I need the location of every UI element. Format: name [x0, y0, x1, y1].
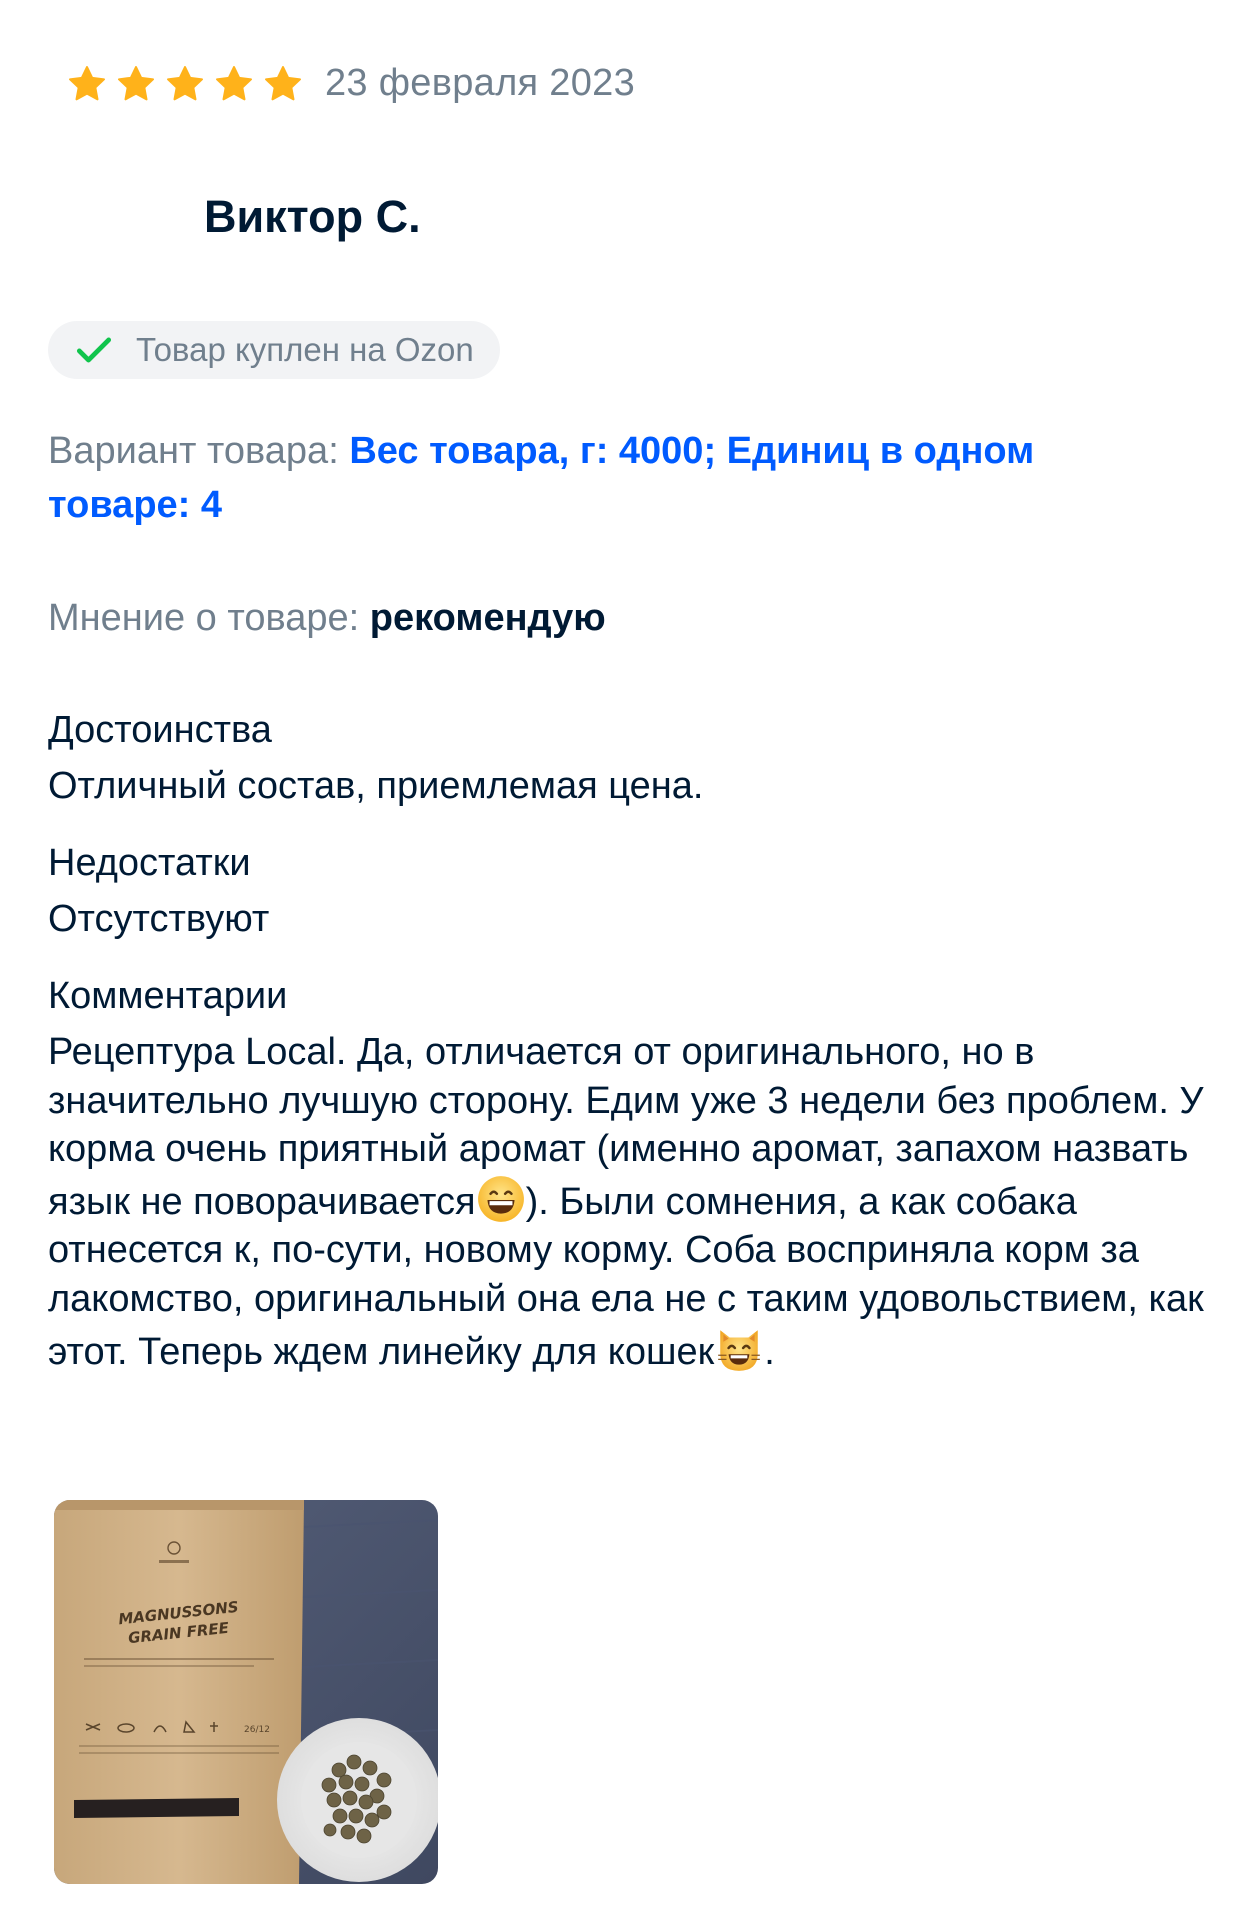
- smiling-cat-emoji-icon: [718, 1329, 761, 1371]
- svg-text:26/12: 26/12: [244, 1725, 270, 1735]
- pros-text: Отличный состав, приемлемая цена.: [48, 765, 704, 807]
- comments-text: Рецептура Local. Да, отличается от ориги…: [48, 1028, 1228, 1376]
- grinning-face-emoji-icon: [477, 1175, 524, 1222]
- pros-section: Достоинства Отличный состав, приемлемая …: [48, 702, 1228, 811]
- product-opinion: Мнение о товаре: рекомендую: [48, 590, 606, 646]
- opinion-label: Мнение о товаре:: [48, 597, 360, 639]
- pros-title: Достоинства: [48, 709, 272, 751]
- star-icon: [118, 65, 154, 100]
- comments-text-part-3: .: [764, 1330, 775, 1373]
- checkmark-icon: [76, 337, 112, 363]
- star-icon: [167, 65, 203, 100]
- author-name[interactable]: Виктор С.: [204, 191, 421, 243]
- cons-section: Недостатки Отсутствуют: [48, 835, 1228, 944]
- star-icon: [216, 65, 252, 100]
- cons-title: Недостатки: [48, 842, 251, 884]
- cons-text: Отсутствуют: [48, 898, 270, 940]
- star-icon: [69, 65, 105, 100]
- star-icon: [265, 65, 301, 100]
- star-rating: [67, 64, 303, 104]
- purchased-badge: Товар куплен на Ozon: [48, 321, 500, 379]
- opinion-value: рекомендую: [369, 597, 606, 639]
- comments-section: Комментарии Рецептура Local. Да, отличае…: [48, 968, 1228, 1376]
- purchased-badge-label: Товар куплен на Ozon: [136, 331, 474, 368]
- product-variant: Вариант товара: Вес товара, г: 4000; Еди…: [48, 424, 1178, 532]
- rating-row: 23 февраля 2023: [67, 62, 635, 105]
- review-date: 23 февраля 2023: [325, 62, 636, 104]
- comments-title: Комментарии: [48, 975, 288, 1017]
- variant-label: Вариант товара:: [48, 430, 339, 472]
- review-photo[interactable]: MAGNUSSONS GRAIN FREE 26/12: [54, 1500, 438, 1884]
